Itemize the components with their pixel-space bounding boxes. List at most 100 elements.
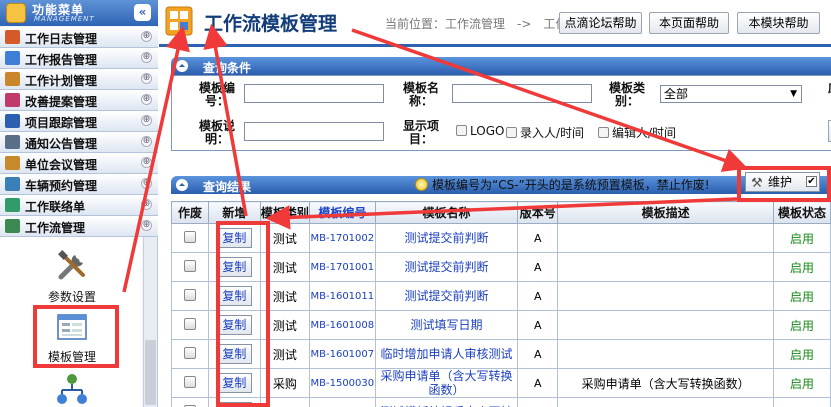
template-code-input[interactable] (244, 84, 384, 103)
expand-icon[interactable]: ⊕ (141, 199, 152, 210)
expand-icon[interactable]: ⊕ (141, 115, 152, 126)
show-editor-label: 编辑人/时间 (612, 126, 677, 140)
expand-icon[interactable]: ⊕ (141, 220, 152, 231)
name-cell[interactable]: 测试提交前判断 (374, 223, 519, 253)
table-row: 复制 测试 MB-1601007 临时增加申请人审核测试 A 启用 (171, 339, 831, 369)
sidebar-item[interactable]: 工作日志管理 ⊕ (0, 27, 158, 48)
sidebar-item[interactable]: 工作流管理 ⊕ (0, 216, 158, 237)
menu-item-icon (5, 72, 20, 86)
sidebar-item[interactable]: 单位会议管理 ⊕ (0, 153, 158, 174)
void-cell (171, 223, 209, 253)
sidebar-item[interactable]: 通知公告管理 ⊕ (0, 132, 158, 153)
version-cell: A (517, 339, 559, 369)
template-type-label: 模板类别： (608, 81, 645, 108)
version-cell: A (517, 223, 559, 253)
code-cell[interactable]: MB-1701001 (308, 252, 376, 282)
table-row: 复制 测试 MB-1601008 测试填写日期 A 启用 (171, 310, 831, 340)
expand-icon[interactable]: ⊕ (141, 157, 152, 168)
checkbox-icon (598, 127, 609, 138)
system-template-notice: 模板编号为“CS-”开头的是系统预置模板，禁止作废! (415, 176, 710, 193)
tool-params[interactable]: 参数设置 (30, 249, 114, 305)
table-body: 复制 测试 MB-1701002 测试提交前判断 A 启用 复制 测试 MB-1701001 测试… (171, 223, 831, 407)
query-form: 模板编号： 模板名称： 模板类别： 全部 ▼ 应 模板说明： 显示项目： LOG… (171, 75, 831, 151)
code-cell[interactable]: MB-1601011 (308, 281, 376, 311)
void-cell (171, 339, 209, 369)
sidebar-item-label: 通知公告管理 (25, 137, 98, 151)
name-cell[interactable]: 采购申请单（含大写转换函数） (374, 368, 519, 398)
code-cell[interactable]: MB-1601008 (308, 310, 376, 340)
template-type-value: 全部 (664, 87, 689, 101)
version-cell (517, 397, 559, 407)
column-header-code[interactable]: 模板编号 (308, 201, 376, 224)
column-header-version[interactable]: 版本号 (517, 201, 559, 224)
status-cell: 启用 (773, 368, 831, 398)
sidebar-scroll-thumb[interactable] (145, 340, 156, 405)
code-cell[interactable]: MB-1701002 (308, 223, 376, 253)
sidebar-subtitle: MANAGEMENT (34, 15, 95, 23)
sidebar-item[interactable]: 工作计划管理 ⊕ (0, 69, 158, 90)
version-cell: A (517, 310, 559, 340)
chevron-down-icon: ▼ (790, 89, 797, 99)
sidebar-item[interactable]: 工作报告管理 ⊕ (0, 48, 158, 69)
void-checkbox[interactable] (183, 346, 196, 359)
sidebar-item[interactable]: 工作联络单 ⊕ (0, 195, 158, 216)
template-name-input[interactable] (452, 84, 592, 103)
expand-icon[interactable]: ⊕ (141, 178, 152, 189)
sidebar-item[interactable]: 改善提案管理 ⊕ (0, 90, 158, 111)
name-cell[interactable]: 临时增加申请人审核测试 (374, 339, 519, 369)
menu-item-icon (5, 156, 20, 170)
sidebar-item[interactable]: 项目跟踪管理 ⊕ (0, 111, 158, 132)
show-editor-checkbox[interactable]: 编辑人/时间 (598, 124, 676, 141)
title-divider (159, 44, 831, 47)
void-checkbox[interactable] (183, 288, 196, 301)
collapse-arrow-icon[interactable] (176, 60, 188, 72)
code-cell[interactable]: MB- (308, 397, 376, 407)
code-cell[interactable]: MB-1500030 (308, 368, 376, 398)
menu-item-icon (5, 135, 20, 149)
expand-icon[interactable]: ⊕ (141, 94, 152, 105)
forum-help-button[interactable]: 点滴论坛帮助 (559, 12, 642, 34)
checkbox-icon (506, 127, 517, 138)
expand-icon[interactable]: ⊕ (141, 31, 152, 42)
name-cell[interactable]: 测试模板编辑后大小写转 (374, 397, 519, 407)
annotation-box-copy-column (216, 221, 270, 407)
show-creator-checkbox[interactable]: 录入人/时间 (506, 124, 584, 141)
desc-cell (557, 310, 775, 340)
notice-text: 模板编号为“CS-”开头的是系统预置模板，禁止作废! (432, 178, 710, 192)
void-checkbox[interactable] (183, 317, 196, 330)
menu-home-icon (6, 3, 26, 23)
table-row: 复制 测试 MB-1701001 测试提交前判断 A 启用 (171, 252, 831, 282)
template-desc-input[interactable] (244, 122, 384, 141)
expand-icon[interactable]: ⊕ (141, 52, 152, 63)
column-header-status[interactable]: 模板状态 (773, 201, 831, 224)
annotation-box-template-menu (33, 305, 119, 368)
template-type-select[interactable]: 全部 ▼ (660, 85, 802, 103)
version-cell: A (517, 368, 559, 398)
menu-item-icon (5, 30, 20, 44)
template-table: 作废 新增 模板类别 模板编号 模板名称 版本号 模板描述 模板状态 复制 测试 M… (171, 201, 831, 407)
module-help-button[interactable]: 本模块帮助 (737, 12, 820, 34)
column-header-desc[interactable]: 模板描述 (557, 201, 775, 224)
sidebar-item[interactable]: 车辆预约管理 ⊕ (0, 174, 158, 195)
sidebar-menu: 工作日志管理 ⊕ 工作报告管理 ⊕ 工作计划管理 ⊕ 改善提案管理 ⊕ 项目跟踪管理 ⊕ 通知公告管… (0, 27, 158, 237)
name-cell[interactable]: 测试提交前判断 (374, 252, 519, 282)
column-header-name[interactable]: 模板名称 (374, 201, 519, 224)
annotation-box-maintain (737, 166, 831, 202)
name-cell[interactable]: 测试提交前判断 (374, 281, 519, 311)
void-checkbox[interactable] (183, 375, 196, 388)
name-cell[interactable]: 测试填写日期 (374, 310, 519, 340)
void-checkbox[interactable] (183, 230, 196, 243)
show-logo-checkbox[interactable]: LOGO (456, 124, 504, 138)
tool-params-label: 参数设置 (47, 290, 96, 304)
workflow-icon (57, 374, 87, 404)
expand-icon[interactable]: ⊕ (141, 73, 152, 84)
menu-item-icon (5, 114, 20, 128)
tool-workflow[interactable] (30, 373, 114, 407)
collapse-sidebar-button[interactable]: « (134, 4, 151, 21)
code-cell[interactable]: MB-1601007 (308, 339, 376, 369)
expand-icon[interactable]: ⊕ (141, 136, 152, 147)
page-help-button[interactable]: 本页面帮助 (649, 12, 729, 34)
sidebar-scrollbar[interactable] (143, 237, 157, 407)
void-checkbox[interactable] (183, 259, 196, 272)
collapse-arrow-icon[interactable] (176, 179, 188, 191)
